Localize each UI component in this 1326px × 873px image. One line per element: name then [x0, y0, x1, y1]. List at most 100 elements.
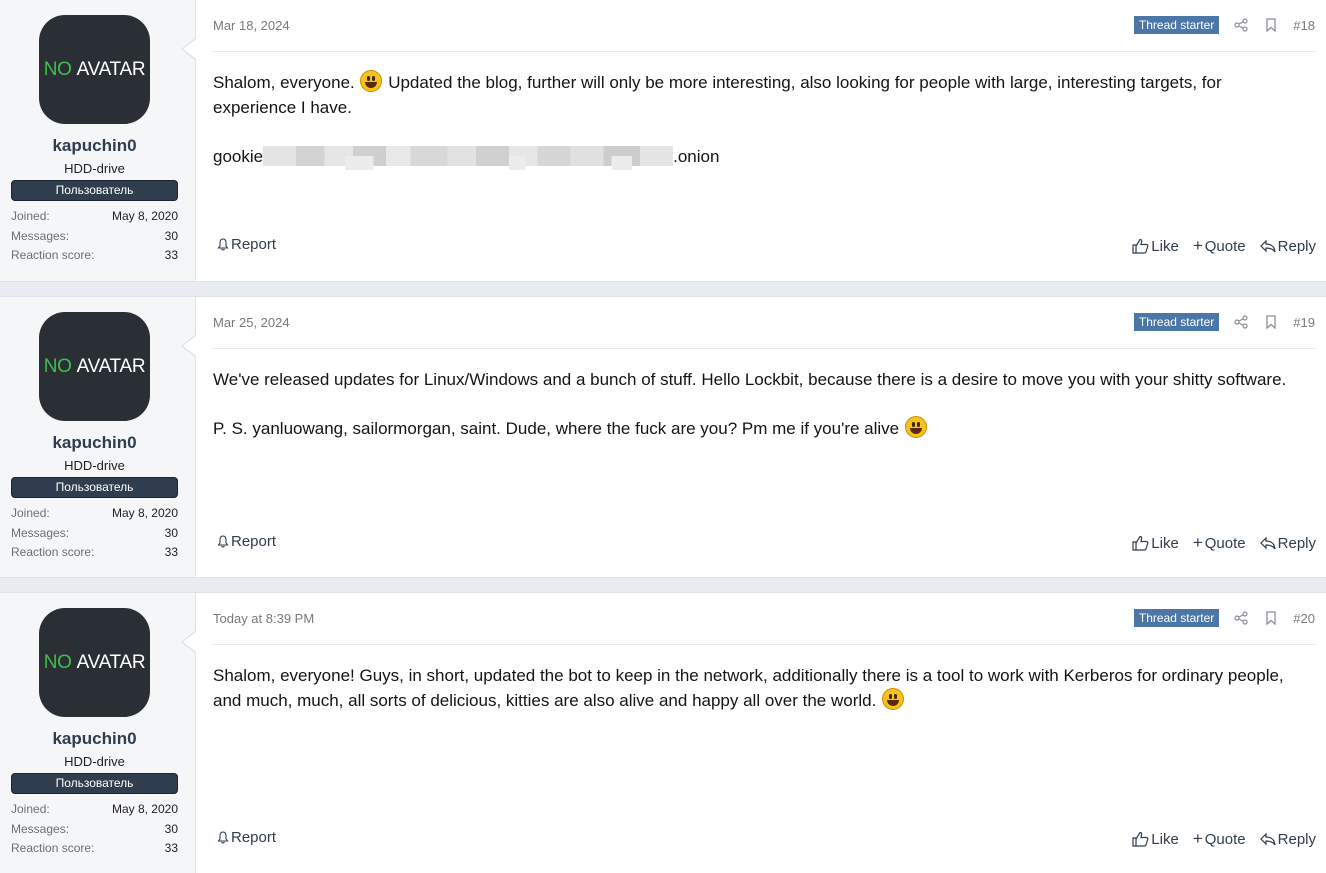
- like-button[interactable]: Like: [1132, 535, 1179, 552]
- post-actions-right: Like + Quote Reply: [1118, 829, 1316, 849]
- report-label: Report: [231, 829, 277, 846]
- like-button[interactable]: Like: [1132, 831, 1179, 848]
- bell-icon: [217, 238, 229, 251]
- header-divider: [213, 51, 1315, 52]
- post-date[interactable]: Mar 25, 2024: [213, 315, 290, 330]
- username[interactable]: kapuchin0: [0, 136, 189, 156]
- post-date[interactable]: Mar 18, 2024: [213, 18, 290, 33]
- stat-reaction: Reaction score: 33: [11, 545, 178, 565]
- reply-icon: [1259, 239, 1276, 253]
- report-button[interactable]: Report: [217, 829, 276, 846]
- reply-button[interactable]: Reply: [1259, 534, 1316, 552]
- stat-value: May 8, 2020: [111, 209, 178, 223]
- user-banner: Пользователь: [11, 773, 178, 794]
- post-content: Shalom, everyone! Guys, in short, update…: [213, 663, 1306, 737]
- stat-label: Reaction score:: [11, 545, 95, 559]
- stat-value[interactable]: 30: [165, 822, 178, 842]
- bookmark-icon[interactable]: [1263, 610, 1279, 626]
- text: Shalom, everyone.: [213, 73, 360, 92]
- post-20: NO AVATAR kapuchin0 HDD-drive Пользовате…: [0, 592, 1326, 873]
- stat-label: Joined:: [11, 506, 50, 520]
- reply-label: Reply: [1277, 237, 1316, 255]
- post-content: Shalom, everyone. Updated the blog, furt…: [213, 70, 1306, 193]
- post-main: Mar 18, 2024 Thread starter #18 Shalom, …: [196, 0, 1326, 281]
- avatar[interactable]: NO AVATAR: [39, 608, 150, 717]
- avatar[interactable]: NO AVATAR: [39, 312, 150, 421]
- header-divider: [213, 348, 1315, 349]
- quote-button[interactable]: + Quote: [1193, 829, 1246, 849]
- reply-label: Reply: [1277, 830, 1316, 848]
- bookmark-icon[interactable]: [1263, 17, 1279, 33]
- username[interactable]: kapuchin0: [0, 729, 189, 749]
- like-label: Like: [1151, 534, 1179, 552]
- post-main: Today at 8:39 PM Thread starter #20 Shal…: [196, 593, 1326, 873]
- post-actions-left: Report: [217, 236, 276, 253]
- stat-label: Messages:: [11, 228, 70, 243]
- post-19: NO AVATAR kapuchin0 HDD-drive Пользовате…: [0, 296, 1326, 578]
- share-icon[interactable]: [1233, 17, 1249, 33]
- share-icon[interactable]: [1233, 610, 1249, 626]
- paragraph: P. S. yanluowang, sailormorgan, saint. D…: [213, 416, 1306, 441]
- user-stats: Joined: May 8, 2020 Messages: 30 Reaction …: [11, 802, 178, 861]
- report-button[interactable]: Report: [217, 533, 276, 550]
- post-number[interactable]: #20: [1293, 611, 1315, 626]
- reply-button[interactable]: Reply: [1259, 830, 1316, 848]
- stat-reaction: Reaction score: 33: [11, 841, 178, 861]
- stat-reaction: Reaction score: 33: [11, 248, 178, 268]
- like-label: Like: [1151, 830, 1179, 848]
- avatar-avatar-text: AVATAR: [76, 355, 146, 377]
- thumbs-up-icon: [1132, 535, 1149, 551]
- user-title: HDD-drive: [64, 161, 125, 176]
- bell-icon: [217, 831, 229, 844]
- thumbs-up-icon: [1132, 238, 1149, 254]
- avatar-no-text: NO: [43, 651, 72, 673]
- onion-suffix: .onion: [673, 147, 720, 166]
- plus-icon: +: [1192, 533, 1203, 552]
- thread-starter-badge: Thread starter: [1133, 16, 1220, 34]
- stat-joined: Joined: May 8, 2020: [11, 209, 178, 229]
- post-number[interactable]: #19: [1293, 315, 1315, 330]
- paragraph: gookie .onion: [213, 144, 1306, 170]
- reply-button[interactable]: Reply: [1259, 237, 1316, 255]
- onion-prefix: gookie: [213, 147, 264, 166]
- message-arrow: [181, 38, 196, 60]
- stat-messages: Messages: 30: [11, 526, 178, 546]
- grinning-face-emoji: [882, 688, 905, 710]
- bookmark-icon[interactable]: [1263, 314, 1279, 330]
- thread-starter-badge: Thread starter: [1133, 609, 1220, 627]
- user-panel: NO AVATAR kapuchin0 HDD-drive Пользовате…: [0, 297, 196, 577]
- plus-icon: +: [1192, 829, 1203, 848]
- avatar[interactable]: NO AVATAR: [39, 15, 150, 124]
- reply-icon: [1259, 536, 1276, 550]
- reply-label: Reply: [1277, 534, 1316, 552]
- share-icon[interactable]: [1233, 314, 1249, 330]
- stat-value: 33: [164, 841, 178, 855]
- quote-label: Quote: [1204, 237, 1246, 255]
- report-label: Report: [231, 533, 277, 550]
- stat-value: May 8, 2020: [111, 506, 178, 520]
- quote-button[interactable]: + Quote: [1193, 236, 1246, 256]
- post-date[interactable]: Today at 8:39 PM: [213, 611, 314, 626]
- stat-value[interactable]: 30: [165, 526, 178, 546]
- user-title: HDD-drive: [64, 458, 125, 473]
- post-attribution: Thread starter #20: [1133, 608, 1315, 628]
- user-banner: Пользователь: [11, 180, 178, 201]
- post-number[interactable]: #18: [1293, 18, 1315, 33]
- report-button[interactable]: Report: [217, 236, 276, 253]
- like-button[interactable]: Like: [1132, 238, 1179, 255]
- stat-label: Reaction score:: [11, 841, 95, 855]
- stat-label: Joined:: [11, 209, 50, 223]
- user-stats: Joined: May 8, 2020 Messages: 30 Reaction …: [11, 506, 178, 565]
- quote-button[interactable]: + Quote: [1193, 533, 1246, 553]
- user-stats: Joined: May 8, 2020 Messages: 30 Reaction …: [11, 209, 178, 268]
- grinning-face-emoji: [360, 70, 383, 92]
- avatar-no-text: NO: [43, 58, 72, 80]
- text: Shalom, everyone! Guys, in short, update…: [213, 666, 1284, 710]
- stat-messages: Messages: 30: [11, 822, 178, 842]
- username[interactable]: kapuchin0: [0, 433, 189, 453]
- stat-messages: Messages: 30: [11, 229, 178, 249]
- like-label: Like: [1151, 237, 1179, 255]
- stat-value[interactable]: 30: [165, 229, 178, 249]
- avatar-no-text: NO: [43, 355, 72, 377]
- reply-icon: [1259, 832, 1276, 846]
